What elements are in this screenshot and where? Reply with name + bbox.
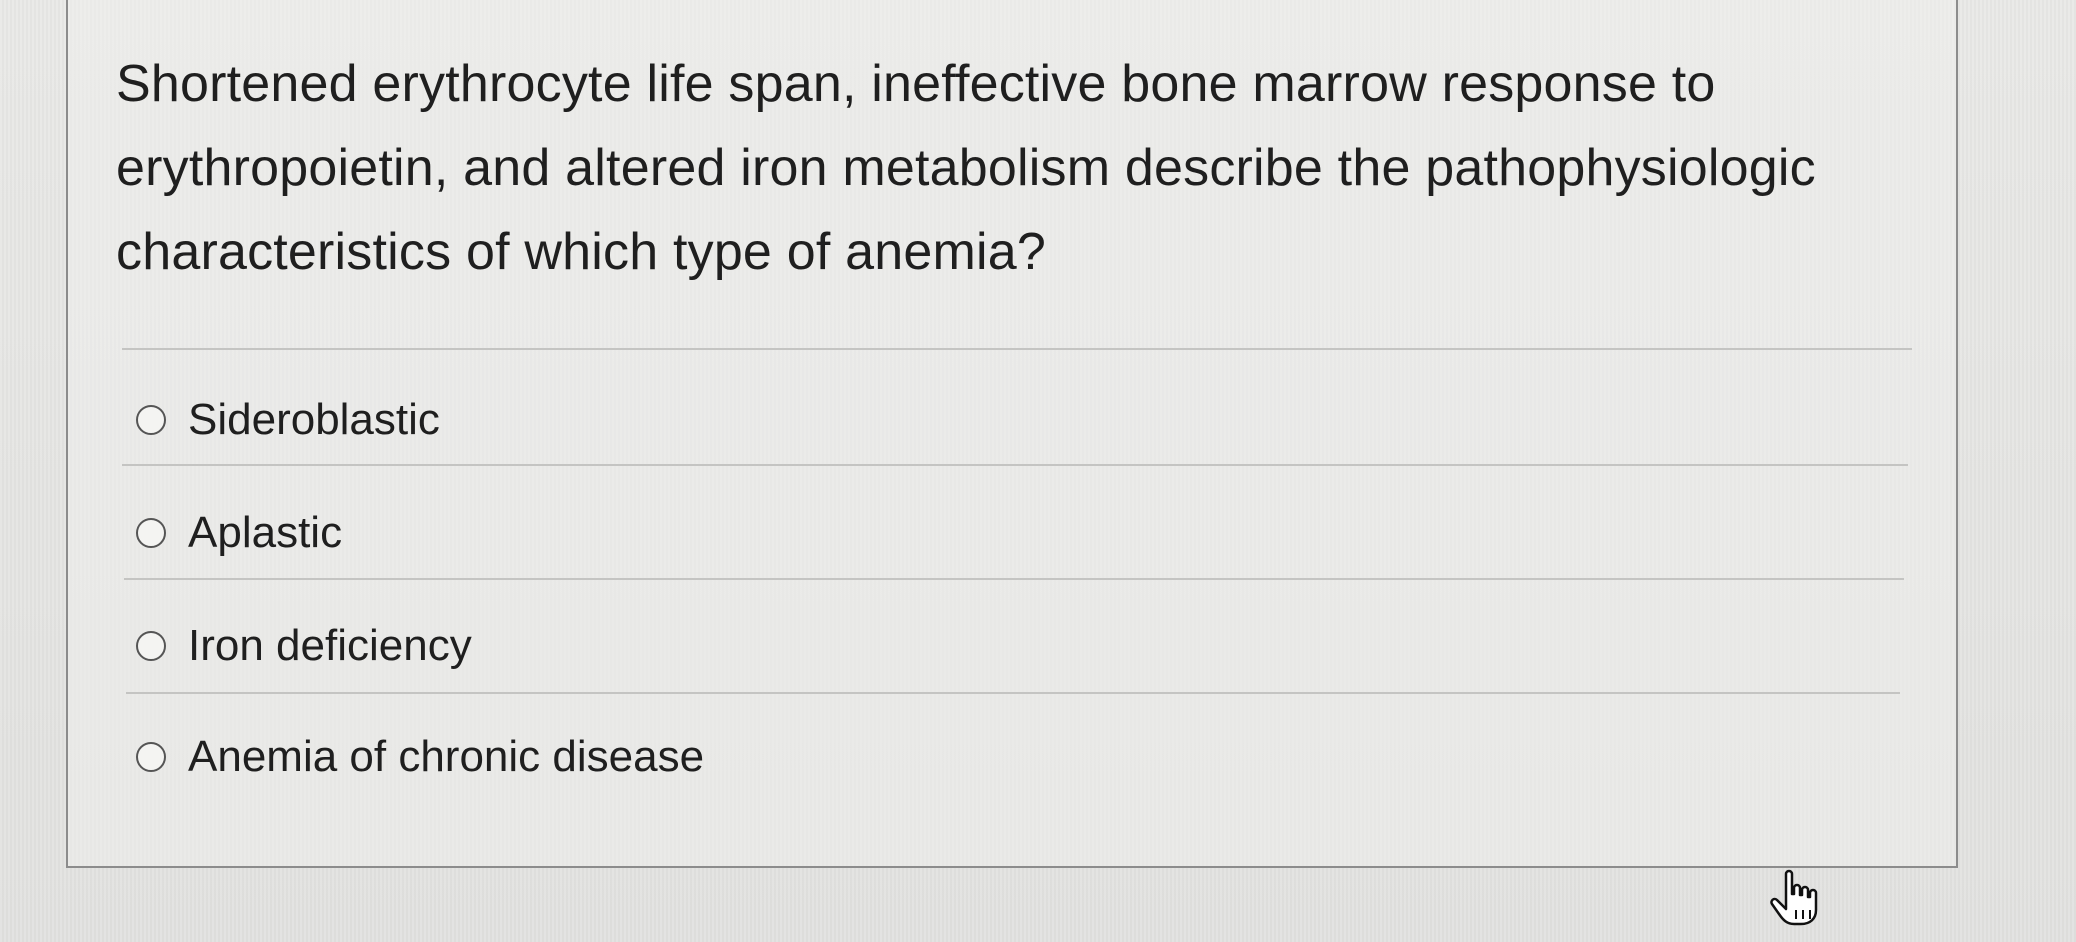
radio-button[interactable] (136, 631, 166, 661)
option-iron-deficiency[interactable]: Iron deficiency (136, 611, 472, 681)
question-text: Shortened erythrocyte life span, ineffec… (116, 55, 1816, 281)
divider (122, 348, 1912, 350)
divider (122, 464, 1908, 466)
radio-button[interactable] (136, 405, 166, 435)
radio-button[interactable] (136, 742, 166, 772)
divider (124, 578, 1904, 580)
option-label: Anemia of chronic disease (188, 732, 705, 781)
option-sideroblastic[interactable]: Sideroblastic (136, 385, 440, 455)
option-label: Aplastic (188, 508, 343, 557)
option-label: Iron deficiency (188, 621, 472, 670)
option-anemia-of-chronic-disease[interactable]: Anemia of chronic disease (136, 722, 704, 792)
option-aplastic[interactable]: Aplastic (136, 498, 342, 568)
radio-button[interactable] (136, 518, 166, 548)
hand-pointer-icon (1770, 869, 1818, 926)
screen: Shortened erythrocyte life span, ineffec… (0, 0, 2076, 942)
option-label: Sideroblastic (188, 395, 440, 444)
divider (126, 692, 1900, 694)
